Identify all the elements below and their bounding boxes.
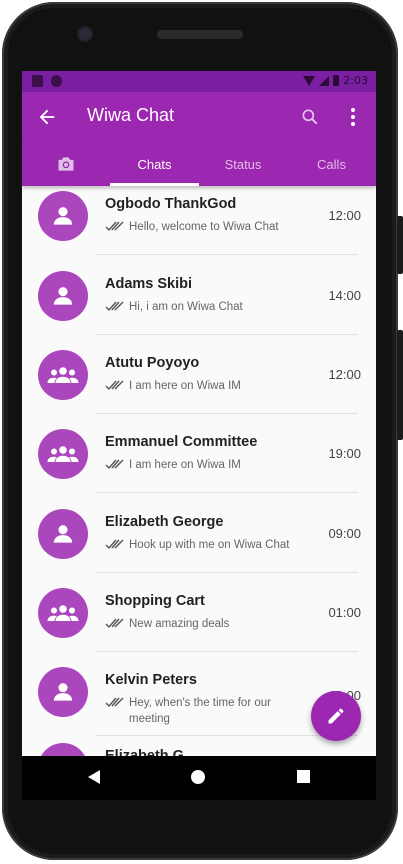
sync-icon [51, 75, 62, 87]
signal-icon [319, 75, 330, 86]
app-title: Wiwa Chat [87, 105, 175, 125]
last-message-text: Hi, i am on Wiwa Chat [129, 301, 243, 313]
contact-name: Emmanuel Committee [105, 434, 258, 450]
group-avatar[interactable] [38, 429, 88, 479]
pencil-icon [328, 708, 344, 724]
last-message-text: New amazing deals [129, 618, 230, 630]
nav-home-button[interactable] [191, 770, 205, 784]
row-divider [95, 254, 358, 255]
last-message: Hook up with me on Wiwa Chat [105, 537, 295, 555]
contact-avatar[interactable] [38, 271, 88, 321]
sd-card-icon [32, 75, 43, 87]
contact-name: Adams Skibi [105, 276, 193, 292]
group-icon [47, 605, 79, 621]
row-divider [95, 492, 358, 493]
double-check-icon [105, 618, 125, 634]
double-check-icon [105, 697, 125, 713]
camera-icon [58, 157, 74, 171]
last-message: Hey, when's the time for our meeting [105, 695, 295, 727]
contact-name: Elizabeth George [105, 514, 224, 530]
screen: 2:03 Wiwa Chat Chats Status Calls Ogbodo… [22, 71, 376, 756]
message-time: 01:00 [328, 605, 361, 620]
system-nav-bar [22, 756, 376, 800]
power-button [397, 330, 403, 440]
last-message: I am here on Wiwa IM [105, 378, 295, 396]
last-message: Hello, welcome to Wiwa Chat [105, 219, 295, 237]
message-time: 12:00 [328, 208, 361, 223]
contact-avatar[interactable] [38, 743, 88, 756]
contact-name: Shopping Cart [105, 593, 205, 609]
person-icon [53, 525, 73, 543]
contact-name: Kelvin Peters [105, 672, 197, 688]
contact-name: Atutu Poyoyo [105, 355, 200, 371]
double-check-icon [105, 380, 125, 396]
contact-avatar[interactable] [38, 191, 88, 241]
chat-row[interactable]: Ogbodo ThankGod Hello, welcome to Wiwa Ch… [22, 176, 376, 255]
contact-name: Elizabeth G [105, 748, 184, 756]
last-message-text: Hook up with me on Wiwa Chat [129, 539, 290, 551]
group-avatar[interactable] [38, 350, 88, 400]
nav-back-button[interactable] [88, 770, 100, 784]
last-message-text: I am here on Wiwa IM [129, 459, 241, 471]
tab-chats[interactable]: Chats [110, 142, 199, 186]
message-time: 19:00 [328, 446, 361, 461]
last-message: I am here on Wiwa IM [105, 457, 295, 475]
status-time: 2:03 [343, 74, 368, 87]
chat-row[interactable]: Atutu Poyoyo I am here on Wiwa IM 12:00 [22, 335, 376, 414]
group-avatar[interactable] [38, 588, 88, 638]
chat-row[interactable]: Emmanuel Committee I am here on Wiwa IM 19… [22, 414, 376, 493]
arrow-back-icon[interactable] [36, 106, 58, 128]
double-check-icon [105, 459, 125, 475]
double-check-icon [105, 221, 125, 237]
more-vert-icon[interactable] [348, 107, 358, 127]
last-message: New amazing deals [105, 616, 295, 634]
contact-name: Ogbodo ThankGod [105, 196, 237, 212]
tab-calls[interactable]: Calls [287, 142, 376, 186]
chat-row[interactable]: Elizabeth George Hook up with me on Wiwa … [22, 494, 376, 573]
tab-status[interactable]: Status [199, 142, 287, 186]
app-bar: Wiwa Chat [22, 92, 376, 142]
last-message-text: Hey, when's the time for our meeting [129, 697, 271, 725]
last-message-text: Hello, welcome to Wiwa Chat [129, 221, 279, 233]
new-chat-fab[interactable] [311, 691, 361, 741]
group-icon [47, 367, 79, 383]
front-camera [79, 28, 91, 40]
search-icon[interactable] [300, 107, 320, 127]
tab-bar: Chats Status Calls [22, 142, 376, 186]
message-time: 12:00 [328, 367, 361, 382]
last-message: Hi, i am on Wiwa Chat [105, 299, 295, 317]
tab-camera[interactable] [22, 142, 110, 186]
double-check-icon [105, 301, 125, 317]
status-bar: 2:03 [22, 71, 376, 92]
earpiece-speaker [157, 30, 243, 39]
double-check-icon [105, 539, 125, 555]
person-icon [53, 683, 73, 701]
chat-row[interactable]: Adams Skibi Hi, i am on Wiwa Chat 14:00 [22, 256, 376, 335]
contact-avatar[interactable] [38, 667, 88, 717]
person-icon [53, 207, 73, 225]
last-message-text: I am here on Wiwa IM [129, 380, 241, 392]
tab-indicator [110, 183, 199, 186]
message-time: 14:00 [328, 288, 361, 303]
chat-row[interactable]: Shopping Cart New amazing deals 01:00 [22, 573, 376, 652]
group-icon [47, 446, 79, 462]
person-icon [53, 287, 73, 305]
volume-button [397, 216, 403, 274]
message-time: 09:00 [328, 526, 361, 541]
contact-avatar[interactable] [38, 509, 88, 559]
battery-icon [333, 75, 340, 86]
nav-recents-button[interactable] [297, 770, 310, 783]
wifi-icon [303, 75, 316, 86]
